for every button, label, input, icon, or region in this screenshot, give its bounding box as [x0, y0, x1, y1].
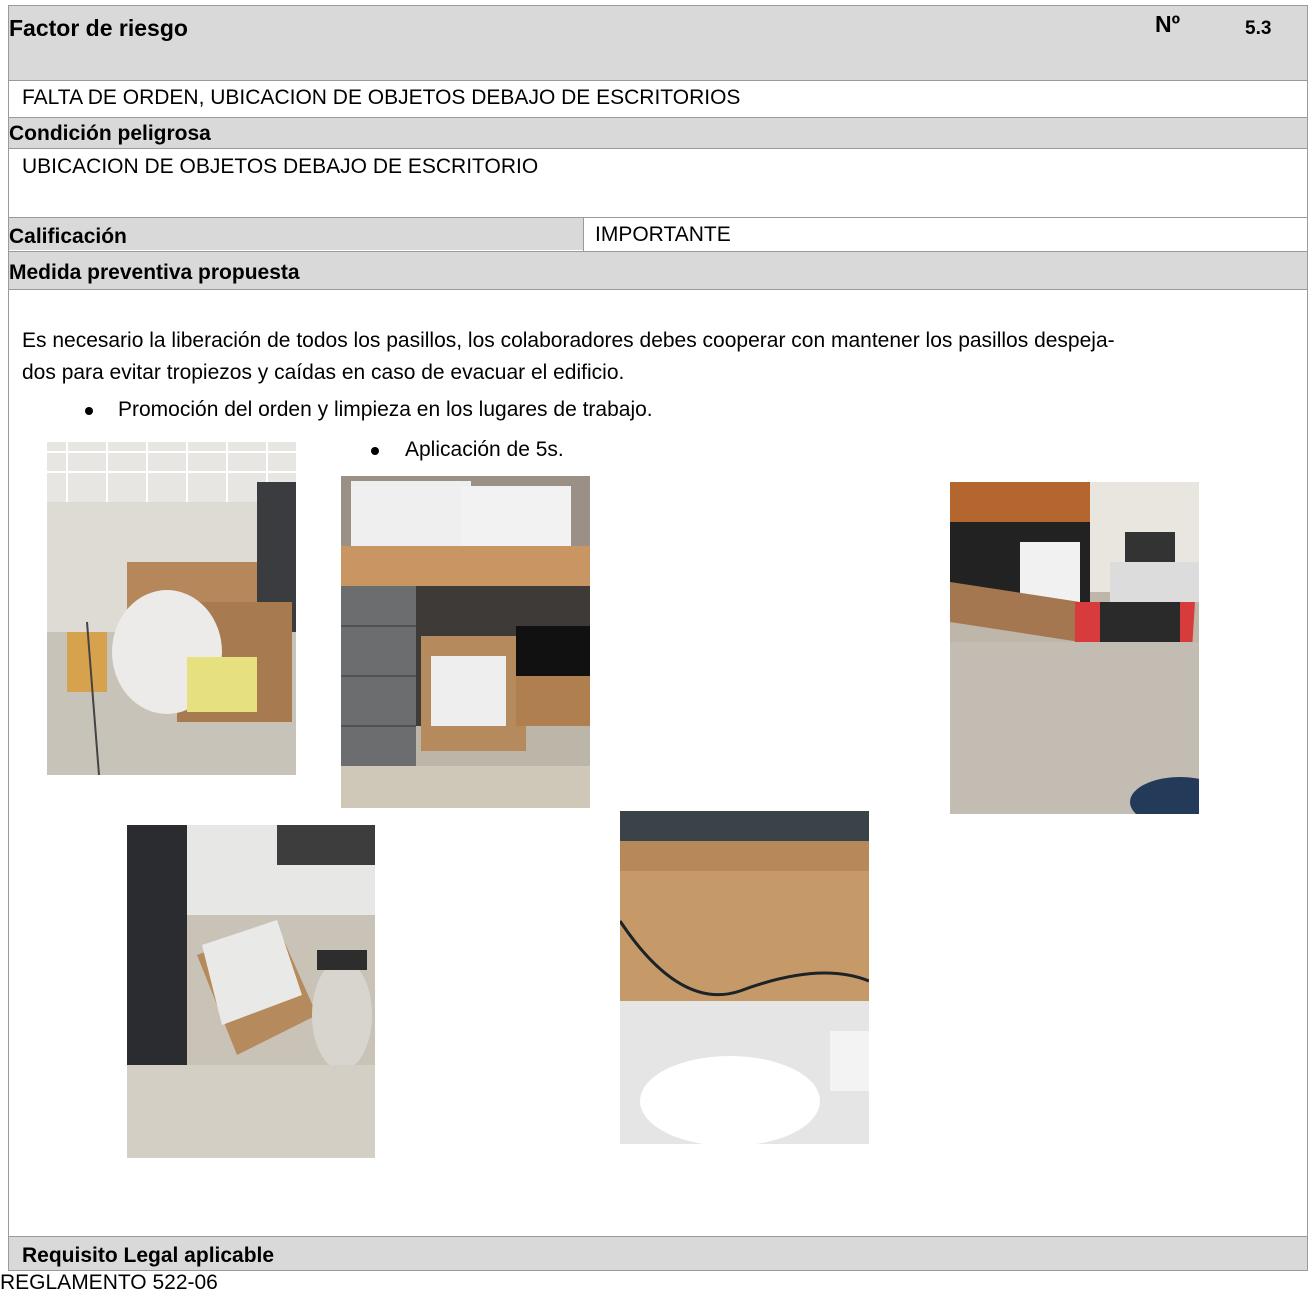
border-row-4: [8, 217, 1308, 218]
calificacion-value: IMPORTANTE: [595, 223, 731, 246]
photo-box-near-chair: [127, 825, 375, 1158]
medida-paragraph-line-1: Es necesario la liberación de todos los …: [22, 329, 1115, 352]
border-left: [8, 5, 9, 1270]
medida-label: Medida preventiva propuesta: [9, 261, 300, 284]
photo-boxes-under-shelf: [47, 442, 296, 775]
factor-label: Factor de riesgo: [9, 15, 188, 41]
header-row: [8, 5, 1308, 80]
bullet-dot-2: [371, 447, 379, 455]
calificacion-label: Calificación: [9, 225, 127, 248]
factor-description: FALTA DE ORDEN, UBICACION DE OBJETOS DEB…: [22, 86, 741, 109]
border-row-8: [8, 1270, 1308, 1271]
requisito-value: REGLAMENTO 522-06: [0, 1271, 218, 1294]
number-value: 5.3: [1245, 18, 1272, 39]
requisito-label: Requisito Legal aplicable: [22, 1244, 275, 1267]
bullet-dot-1: [85, 407, 93, 415]
border-row-3: [8, 148, 1308, 149]
number-label: Nº: [1155, 11, 1181, 37]
condicion-value: UBICACION DE OBJETOS DEBAJO DE ESCRITORI…: [22, 155, 539, 178]
border-row-2: [8, 117, 1308, 118]
border-row-1: [8, 80, 1308, 81]
bullet-item-1: Promoción del orden y limpieza en los lu…: [118, 398, 653, 421]
photo-box-with-devices: [950, 482, 1199, 814]
border-row-6: [8, 289, 1308, 290]
bullet-item-2: Aplicación de 5s.: [405, 438, 564, 461]
medida-paragraph-line-2: dos para evitar tropiezos y caídas en ca…: [22, 361, 625, 384]
border-row-7: [8, 1236, 1308, 1237]
condicion-label: Condición peligrosa: [9, 122, 211, 145]
border-row-5: [8, 251, 1308, 252]
photo-box-under-desk: [341, 476, 590, 808]
border-top: [8, 5, 1308, 6]
border-calificacion-divider: [583, 217, 584, 251]
photo-large-box-and-floor: [620, 811, 869, 1144]
